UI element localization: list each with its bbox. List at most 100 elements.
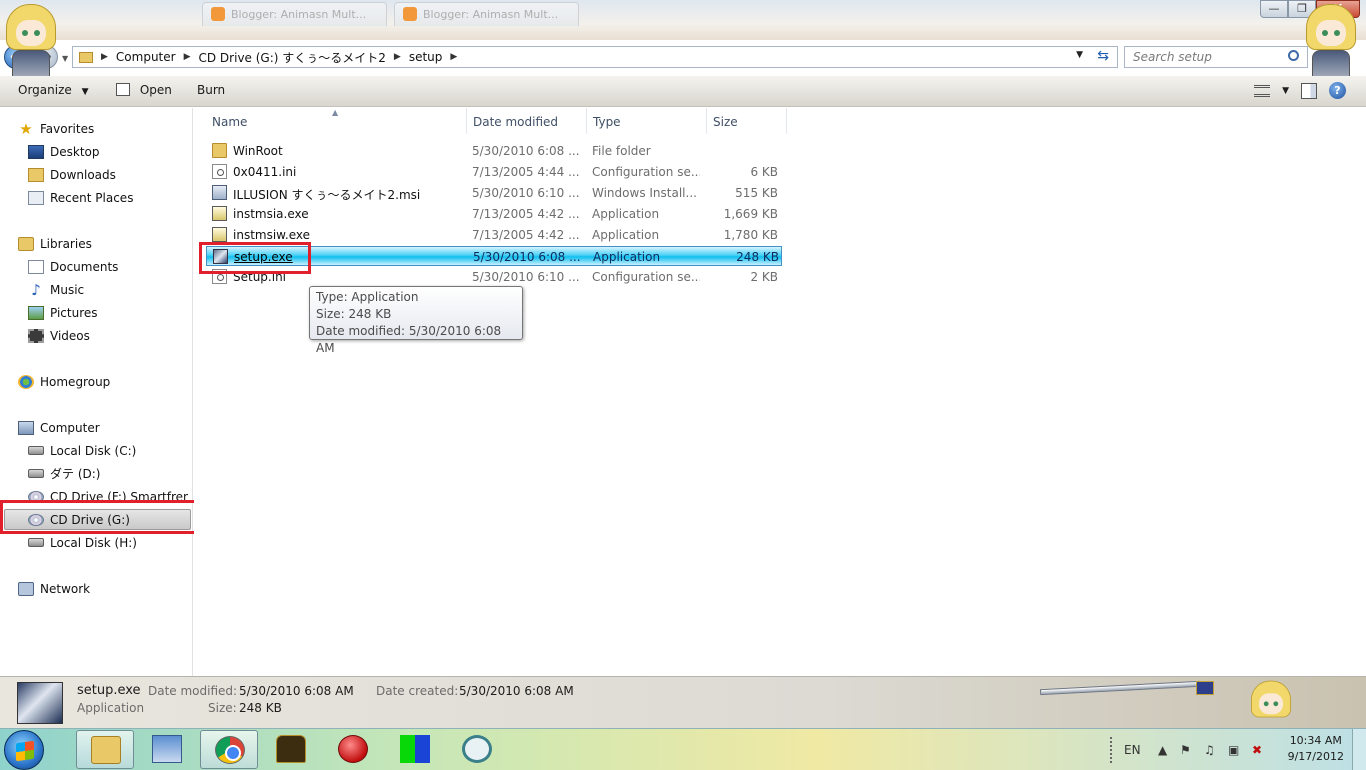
file-type: Configuration se...	[592, 165, 700, 179]
nav-label: ダテ (D:)	[50, 467, 101, 481]
tooltip-type: Type: Application	[316, 290, 419, 304]
breadcrumb-computer[interactable]: Computer	[116, 50, 176, 64]
breadcrumb-cd-drive[interactable]: CD Drive (G:) すくぅ～るメイト2	[199, 49, 386, 66]
breadcrumb-separator-icon[interactable]: ▶	[184, 52, 191, 62]
show-desktop-button[interactable]	[1352, 729, 1366, 770]
nav-computer[interactable]: Computer	[18, 417, 100, 438]
help-icon[interactable]: ?	[1329, 82, 1346, 99]
column-header-name[interactable]: Name	[212, 115, 247, 129]
column-divider[interactable]	[786, 108, 787, 134]
open-button[interactable]: Open	[116, 83, 172, 97]
file-row[interactable]: instmsia.exe 7/13/2005 4:42 ... Applicat…	[206, 204, 782, 224]
nav-pictures[interactable]: Pictures	[28, 302, 98, 323]
column-header-date[interactable]: Date modified	[473, 115, 558, 129]
language-indicator[interactable]: EN	[1124, 743, 1141, 757]
annotation-highlight-box	[0, 500, 197, 534]
clock[interactable]: 10:34 AM 9/17/2012	[1288, 733, 1344, 765]
file-size: 1,780 KB	[723, 228, 778, 242]
change-view-icon[interactable]	[1254, 84, 1271, 97]
details-date-modified: 5/30/2010 6:08 AM	[239, 684, 354, 698]
clock-time: 10:34 AM	[1289, 734, 1342, 747]
background-browser-tab[interactable]: Blogger: Animasn Mult...	[202, 2, 387, 26]
background-browser-tab[interactable]: Blogger: Animasn Mult...	[394, 2, 579, 26]
open-label: Open	[139, 83, 172, 97]
nav-label: Desktop	[50, 144, 100, 159]
column-divider[interactable]	[706, 108, 707, 134]
nav-label: Music	[50, 282, 85, 297]
nav-videos[interactable]: Videos	[28, 325, 90, 346]
recent-pages-dropdown-icon[interactable]: ▼	[62, 54, 68, 63]
nav-documents[interactable]: Documents	[28, 256, 118, 277]
column-header-size[interactable]: Size	[713, 115, 738, 129]
taskbar-red-app[interactable]	[324, 730, 382, 769]
breadcrumb-separator-icon[interactable]: ▶	[394, 52, 401, 62]
taskbar-network-app[interactable]	[448, 730, 506, 769]
file-tooltip: Type: Application Size: 248 KB Date modi…	[309, 286, 523, 355]
burn-label: Burn	[197, 83, 226, 97]
refresh-icon[interactable]: ⇆	[1097, 48, 1109, 64]
nav-label: Downloads	[50, 167, 116, 182]
nav-local-disk-c[interactable]: Local Disk (C:)	[28, 440, 136, 461]
navigation-bar: ← → ▼ ▶ Computer ▶ CD Drive (G:) すくぅ～るメイ…	[0, 40, 1366, 72]
address-history-dropdown-icon[interactable]: ▼	[1076, 50, 1083, 60]
music-note-icon: ♪	[31, 280, 41, 299]
organize-button[interactable]: Organize ▼	[18, 83, 89, 97]
burn-button[interactable]: Burn	[197, 83, 225, 97]
minimize-button[interactable]: —	[1260, 0, 1288, 18]
taskbar-app[interactable]	[262, 730, 320, 769]
show-hidden-icons-icon[interactable]: ▲	[1158, 743, 1167, 757]
breadcrumb-separator-icon[interactable]: ▶	[101, 52, 108, 62]
file-name: ILLUSION すくぅ～るメイト2.msi	[233, 188, 421, 202]
network-status-icon[interactable]: ▣	[1228, 743, 1239, 757]
nav-libraries[interactable]: Libraries	[18, 233, 92, 254]
taskbar-tools[interactable]	[138, 730, 196, 769]
preview-pane-icon[interactable]	[1301, 82, 1317, 99]
file-size: 6 KB	[750, 165, 778, 179]
file-type: Application	[592, 207, 660, 221]
nav-local-disk-h[interactable]: Local Disk (H:)	[28, 532, 137, 553]
nav-label: Documents	[50, 259, 119, 274]
search-input[interactable]: Search setup	[1124, 46, 1308, 68]
taskbar-installer[interactable]	[386, 730, 444, 769]
taskbar-chrome[interactable]	[200, 730, 258, 769]
nav-drive-d[interactable]: ダテ (D:)	[28, 463, 100, 484]
tooltip-size: Size: 248 KB	[316, 307, 392, 321]
column-header-type[interactable]: Type	[593, 115, 621, 129]
nav-music[interactable]: ♪ Music	[28, 279, 84, 300]
nav-recent-places[interactable]: Recent Places	[28, 187, 133, 208]
pictures-icon	[28, 305, 44, 320]
file-date: 5/30/2010 6:08 ...	[473, 250, 581, 264]
details-pane: setup.exe Application Date modified: 5/3…	[0, 676, 1366, 728]
nav-homegroup[interactable]: Homegroup	[18, 371, 110, 392]
action-center-icon[interactable]: ⚑	[1180, 743, 1191, 757]
network-app-icon	[462, 735, 492, 763]
nav-label: Local Disk (H:)	[50, 535, 137, 550]
column-divider[interactable]	[466, 108, 467, 134]
volume-icon[interactable]: ♫	[1204, 743, 1215, 757]
file-type: Configuration se...	[592, 270, 700, 284]
tray-grip[interactable]	[1110, 737, 1116, 763]
nav-desktop[interactable]: Desktop	[28, 141, 100, 162]
details-date-created-label: Date created:	[376, 684, 459, 698]
security-alert-icon[interactable]: ✖	[1252, 743, 1262, 757]
address-bar[interactable]: ▶ Computer ▶ CD Drive (G:) すくぅ～るメイト2 ▶ s…	[72, 46, 1118, 68]
nav-label: Network	[40, 581, 91, 596]
start-button[interactable]	[4, 730, 44, 770]
desktop-icon	[28, 144, 44, 159]
column-divider[interactable]	[586, 108, 587, 134]
taskbar: EN ▲ ⚑ ♫ ▣ ✖ 10:34 AM 9/17/2012	[0, 728, 1366, 770]
browser-tab-label: Blogger: Animasn Mult...	[231, 8, 367, 21]
breadcrumb-separator-icon[interactable]: ▶	[450, 52, 457, 62]
nav-favorites[interactable]: ★ Favorites	[18, 118, 94, 139]
open-file-icon	[116, 83, 130, 96]
nav-network[interactable]: Network	[18, 578, 90, 599]
file-row[interactable]: ILLUSION すくぅ～るメイト2.msi 5/30/2010 6:10 ..…	[206, 183, 782, 203]
taskbar-explorer[interactable]	[76, 730, 134, 769]
chevron-down-icon[interactable]: ▼	[1282, 86, 1289, 96]
nav-downloads[interactable]: Downloads	[28, 164, 116, 185]
hard-disk-icon	[28, 446, 44, 455]
file-row[interactable]: WinRoot 5/30/2010 6:08 ... File folder	[206, 141, 782, 161]
file-row[interactable]: 0x0411.ini 7/13/2005 4:44 ... Configurat…	[206, 162, 782, 182]
file-size: 515 KB	[735, 186, 778, 200]
breadcrumb-setup[interactable]: setup	[409, 50, 443, 64]
